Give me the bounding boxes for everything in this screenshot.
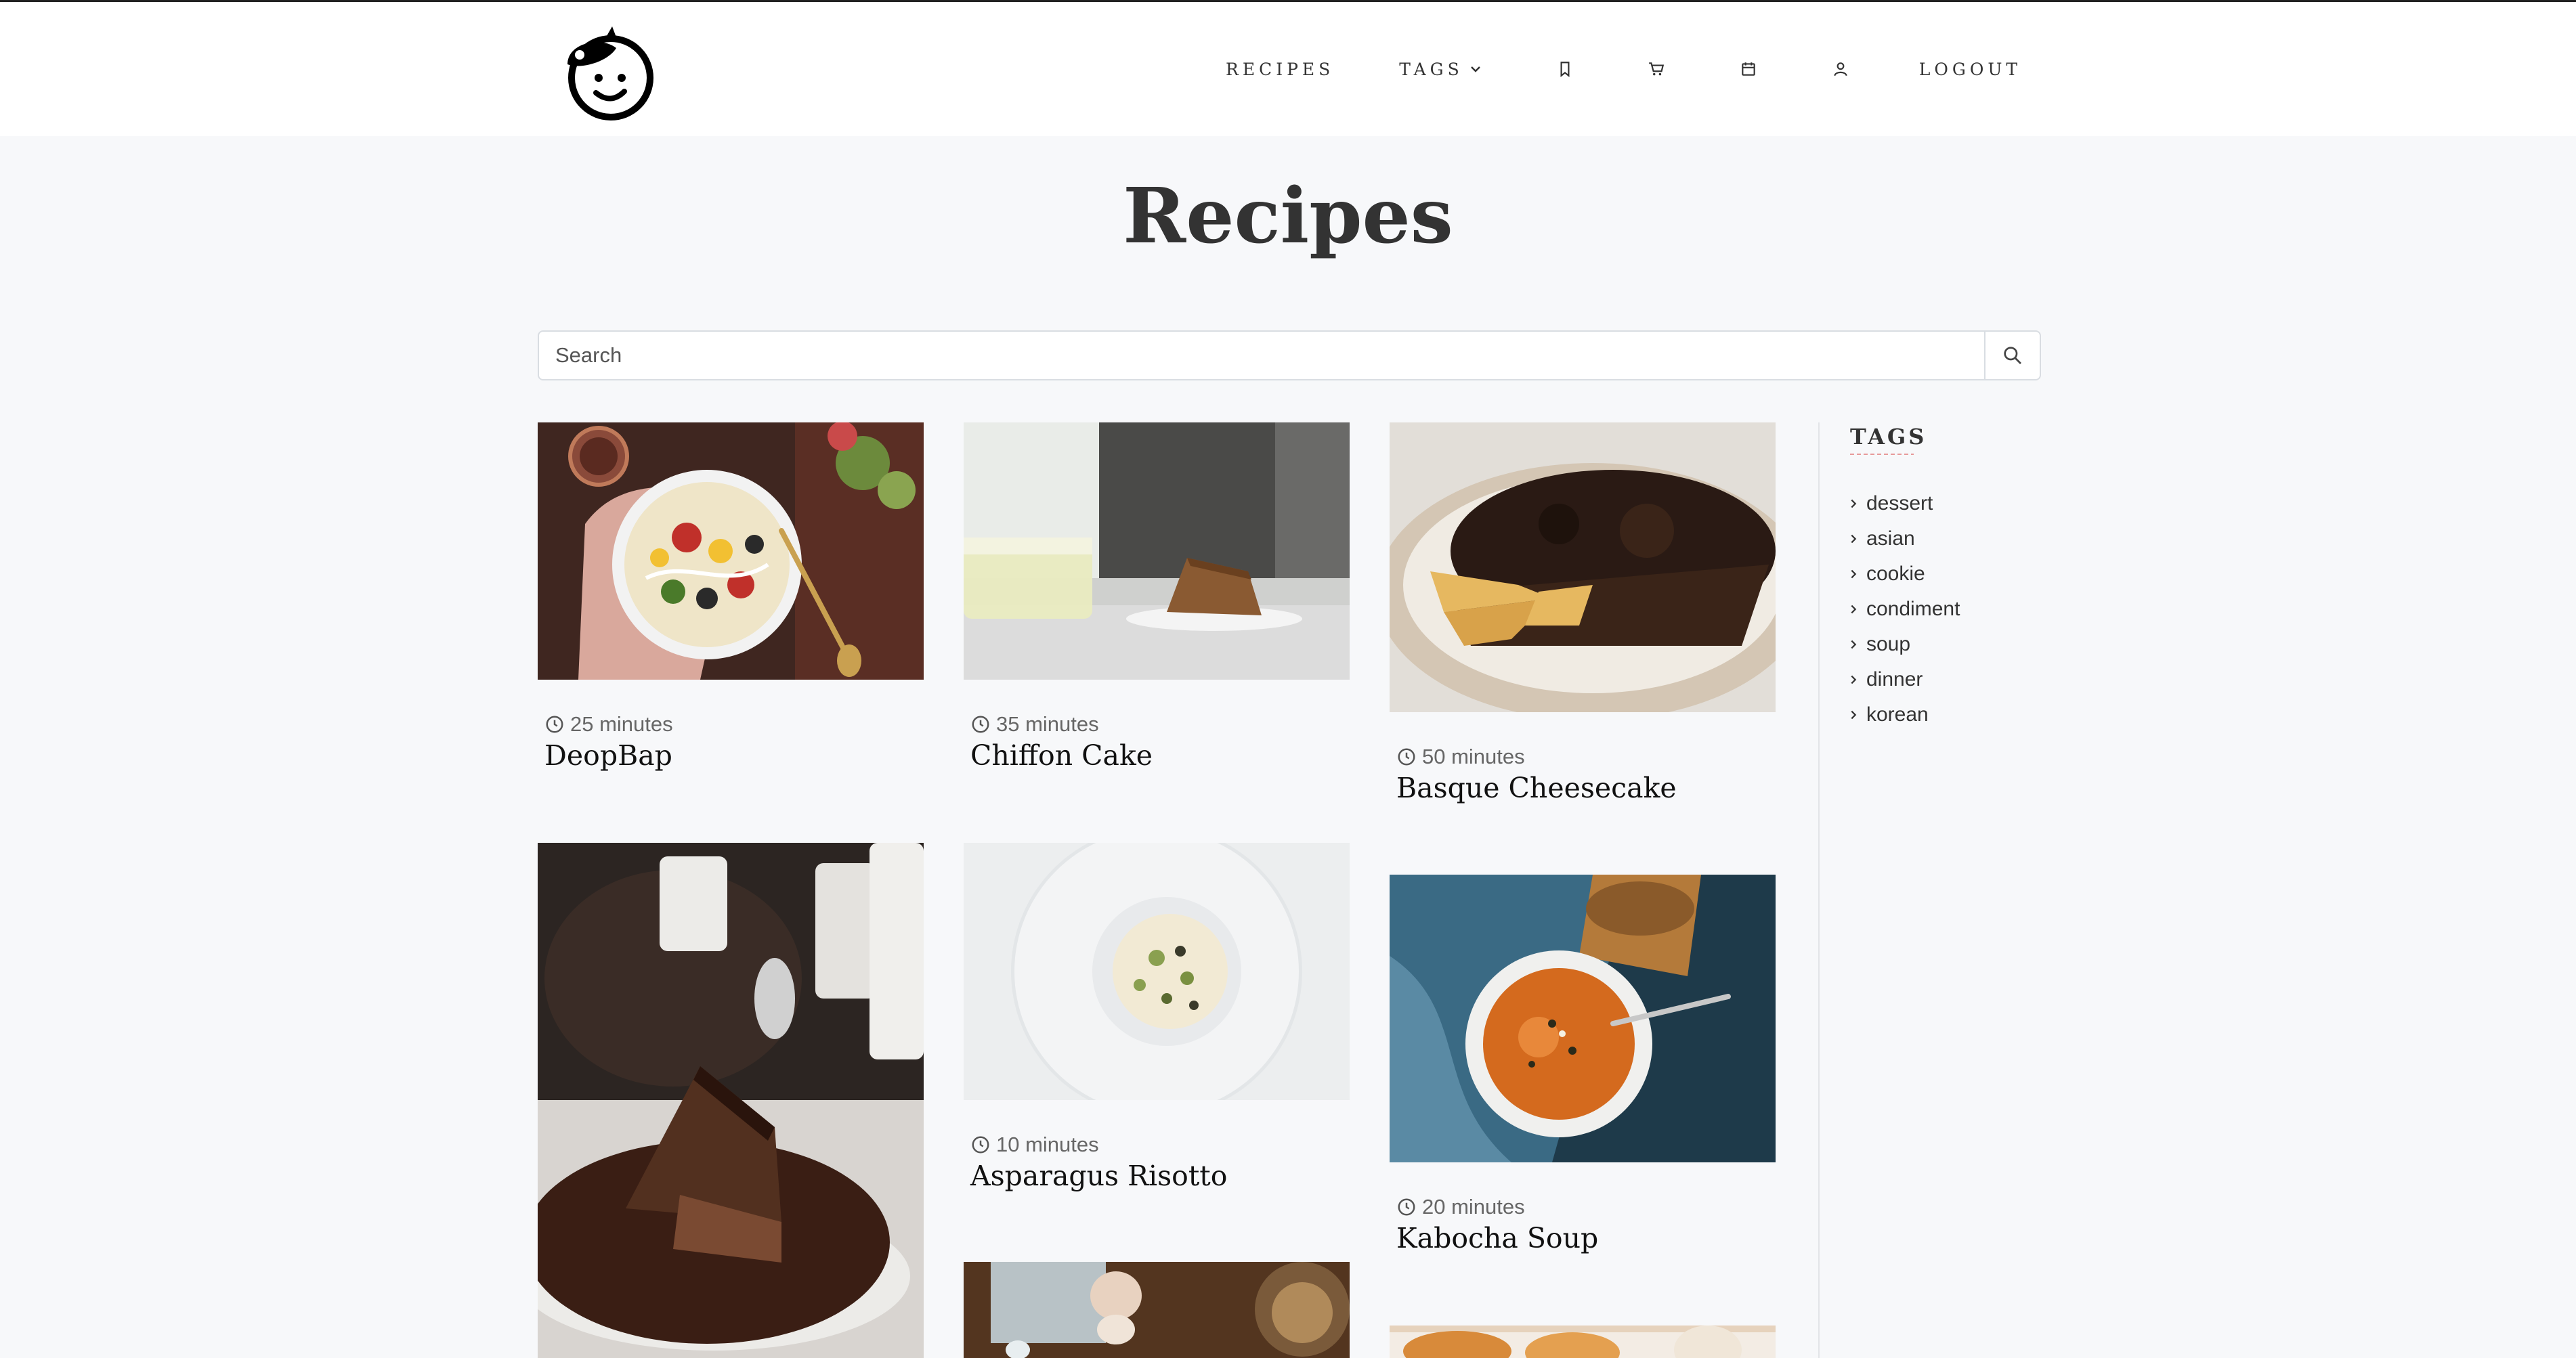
tag-item[interactable]: condiment	[1847, 592, 1960, 627]
recipe-image	[1390, 875, 1776, 1162]
recipe-time: 20 minutes	[1390, 1195, 1776, 1219]
recipe-image	[538, 843, 924, 1358]
clock-icon	[1398, 1198, 1415, 1216]
recipe-time-text: 20 minutes	[1422, 1195, 1525, 1219]
recipe-image	[964, 422, 1350, 680]
tag-label: soup	[1866, 633, 1911, 655]
recipe-time: 25 minutes	[538, 712, 924, 737]
recipe-time: 50 minutes	[1390, 745, 1776, 769]
sidebar-divider	[1818, 422, 1820, 1358]
recipe-image	[964, 843, 1350, 1100]
search-button[interactable]	[1984, 332, 2040, 379]
chevron-right-icon	[1851, 569, 1857, 579]
search-bar	[538, 330, 2041, 380]
chevron-right-icon	[1851, 499, 1857, 508]
user-icon[interactable]	[1827, 56, 1854, 83]
recipe-card-basque-cheesecake[interactable]: 50 minutes Basque Cheesecake	[1390, 422, 1776, 804]
nav-tags-label: TAGS	[1399, 59, 1463, 79]
tag-label: dinner	[1866, 668, 1923, 691]
chevron-right-icon	[1851, 534, 1857, 544]
bookmark-icon[interactable]	[1551, 56, 1579, 83]
recipe-image	[538, 422, 924, 680]
recipe-card-asparagus-risotto[interactable]: 10 minutes Asparagus Risotto	[964, 843, 1350, 1192]
tag-item[interactable]: soup	[1847, 627, 1960, 662]
nav-tags[interactable]: TAGS	[1399, 60, 1482, 79]
recipe-card-deopbap[interactable]: 25 minutes DeopBap	[538, 422, 924, 772]
recipe-card-donut[interactable]	[1390, 1326, 1776, 1358]
recipe-time-text: 50 minutes	[1422, 745, 1525, 768]
nav-logout[interactable]: LOGOUT	[1919, 60, 2021, 79]
recipe-title[interactable]: Basque Cheesecake	[1390, 772, 1776, 804]
tag-label: korean	[1866, 703, 1929, 726]
recipe-title[interactable]: Chiffon Cake	[964, 739, 1350, 772]
tag-item[interactable]: cookie	[1847, 556, 1960, 592]
recipe-image	[964, 1262, 1350, 1358]
chevron-right-icon	[1851, 605, 1857, 614]
recipe-title[interactable]: Kabocha Soup	[1390, 1222, 1776, 1254]
recipe-time: 10 minutes	[964, 1133, 1350, 1157]
page-title: Recipes	[1123, 172, 1453, 261]
tag-list: dessert asian cookie condiment soup dinn…	[1847, 486, 1960, 732]
tag-label: cookie	[1866, 563, 1925, 585]
clock-icon	[1398, 748, 1415, 766]
tags-heading-underline	[1850, 454, 1914, 455]
recipe-time-text: 25 minutes	[570, 712, 673, 736]
chevron-right-icon	[1851, 710, 1857, 720]
calendar-icon[interactable]	[1735, 56, 1762, 83]
chevron-right-icon	[1851, 640, 1857, 649]
recipe-card-chiffon-cake[interactable]: 35 minutes Chiffon Cake	[964, 422, 1350, 772]
recipe-card-kabocha-soup[interactable]: 20 minutes Kabocha Soup	[1390, 875, 1776, 1254]
tag-item[interactable]: dinner	[1847, 662, 1960, 697]
recipe-card-bread[interactable]	[964, 1262, 1350, 1358]
tag-label: asian	[1866, 527, 1915, 550]
clock-icon	[972, 716, 989, 733]
search-input[interactable]	[539, 332, 1984, 379]
nav-recipes[interactable]: RECIPES	[1226, 60, 1334, 79]
recipe-time: 35 minutes	[964, 712, 1350, 737]
chevron-down-icon	[1470, 66, 1480, 72]
recipe-title[interactable]: DeopBap	[538, 739, 924, 772]
cart-icon[interactable]	[1643, 56, 1670, 83]
search-icon	[2004, 347, 2021, 364]
recipe-image	[1390, 1326, 1776, 1358]
tag-item[interactable]: asian	[1847, 521, 1960, 556]
site-header: RECIPES TAGS LOGOUT	[0, 2, 2576, 136]
clock-icon	[546, 716, 563, 733]
recipe-image	[1390, 422, 1776, 712]
recipe-title[interactable]: Asparagus Risotto	[964, 1160, 1350, 1192]
chevron-right-icon	[1851, 675, 1857, 684]
recipe-card-chocolate-cake[interactable]	[538, 843, 924, 1358]
main-nav: RECIPES TAGS LOGOUT	[1205, 2, 2021, 136]
tag-item[interactable]: korean	[1847, 697, 1960, 732]
tag-label: condiment	[1866, 598, 1960, 620]
logo-icon[interactable]	[554, 16, 660, 124]
tag-label: dessert	[1866, 492, 1933, 514]
recipe-time-text: 10 minutes	[996, 1133, 1099, 1156]
tags-heading: TAGS	[1850, 424, 1927, 450]
clock-icon	[972, 1136, 989, 1154]
tag-item[interactable]: dessert	[1847, 486, 1960, 521]
recipe-time-text: 35 minutes	[996, 712, 1099, 736]
